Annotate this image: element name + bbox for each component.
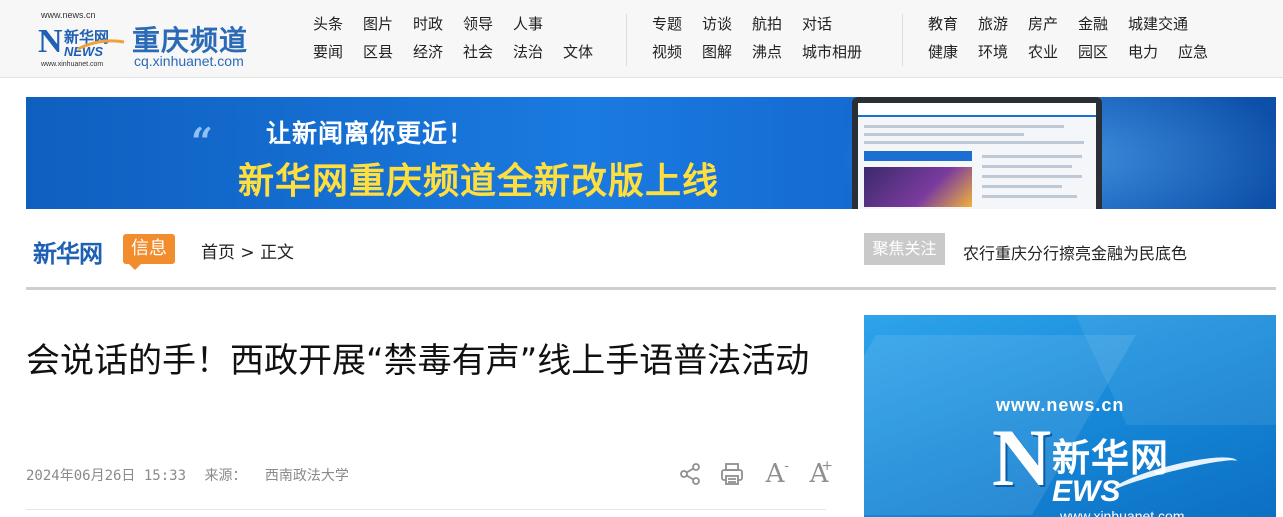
screen-text-line bbox=[864, 125, 1064, 128]
ad-url-bottom: www.xinhuanet.com bbox=[1060, 508, 1185, 517]
screen-text-line bbox=[982, 175, 1082, 178]
nav-link[interactable]: 区县 bbox=[363, 42, 413, 63]
nav-link[interactable]: 应急 bbox=[1178, 42, 1228, 63]
xinhua-news-logo-icon: N 新华网 NEWS bbox=[38, 23, 125, 60]
nav-link[interactable]: 专题 bbox=[652, 14, 702, 35]
nav-link[interactable]: 农业 bbox=[1028, 42, 1078, 63]
nav-link[interactable]: 电力 bbox=[1128, 42, 1178, 63]
nav-link[interactable]: 园区 bbox=[1078, 42, 1128, 63]
nav-group-media: 专题 访谈 航拍 对话 视频 图解 沸点 城市相册 bbox=[652, 14, 892, 63]
nav-link[interactable]: 要闻 bbox=[313, 42, 363, 63]
section-brand-tag: 信息 bbox=[123, 234, 175, 264]
nav-link[interactable]: 头条 bbox=[313, 14, 363, 35]
channel-domain: cq.xinhuanet.com bbox=[134, 53, 244, 69]
relaunch-banner[interactable]: “ 让新闻离你更近！ 新华网重庆频道全新改版上线 bbox=[26, 97, 1276, 209]
font-decrease-icon[interactable]: A- bbox=[760, 458, 790, 490]
screen-text-line bbox=[982, 165, 1072, 168]
font-decrease-letter: A bbox=[765, 459, 785, 489]
screen-text-line bbox=[982, 185, 1062, 188]
nav-divider bbox=[902, 14, 903, 66]
article-meta: 2024年06月26日 15:33 来源： 西南政法大学 bbox=[26, 465, 359, 485]
xinhua-sidebar-ad[interactable]: www.news.cn N 新华网 EWS www.xinhuanet.com bbox=[864, 315, 1276, 517]
logo-url-bottom: www.xinhuanet.com bbox=[41, 61, 104, 68]
nav-spacer bbox=[563, 14, 613, 35]
focus-headline-link[interactable]: 农行重庆分行擦亮金融为民底色 bbox=[963, 240, 1187, 264]
section-brand: 新华网 bbox=[33, 239, 103, 268]
breadcrumb: 首页 > 正文 bbox=[201, 238, 294, 263]
font-increase-icon[interactable]: A + bbox=[804, 458, 834, 490]
nav-link[interactable]: 城市相册 bbox=[802, 42, 892, 63]
screen-header bbox=[858, 103, 1096, 117]
logo-url-top: www.news.cn bbox=[41, 10, 96, 20]
svg-text:N: N bbox=[38, 23, 63, 60]
screen-image bbox=[864, 167, 972, 207]
ad-logo-n: N bbox=[992, 412, 1052, 503]
nav-link[interactable]: 旅游 bbox=[978, 14, 1028, 35]
screen-text-line bbox=[982, 195, 1077, 198]
screen-text-line bbox=[864, 141, 1084, 144]
source-name: 西南政法大学 bbox=[264, 468, 349, 484]
quote-mark-icon: “ bbox=[191, 119, 213, 164]
tag-pointer-icon bbox=[128, 263, 142, 270]
nav-link[interactable]: 法治 bbox=[513, 42, 563, 63]
article-title: 会说话的手！西政开展“禁毒有声”线上手语普法活动 bbox=[26, 341, 810, 381]
nav-group-news: 头条 图片 时政 领导 人事 要闻 区县 经济 社会 法治 文体 bbox=[313, 14, 613, 63]
nav-link[interactable]: 图片 bbox=[363, 14, 413, 35]
screen-text-line bbox=[864, 133, 1024, 136]
breadcrumb-separator: > bbox=[240, 243, 255, 263]
nav-link[interactable]: 人事 bbox=[513, 14, 563, 35]
nav-link[interactable]: 对话 bbox=[802, 14, 892, 35]
meta-divider bbox=[26, 509, 826, 510]
share-icon[interactable] bbox=[676, 458, 704, 490]
nav-link[interactable]: 视频 bbox=[652, 42, 702, 63]
xinhua-info-logo[interactable]: 新华网 信息 bbox=[33, 232, 178, 270]
banner-slogan: 让新闻离你更近！ bbox=[266, 119, 475, 148]
breadcrumb-current: 正文 bbox=[260, 243, 295, 263]
section-divider bbox=[26, 287, 1276, 290]
nav-link[interactable]: 环境 bbox=[978, 42, 1028, 63]
banner-headline: 新华网重庆频道全新改版上线 bbox=[238, 161, 720, 202]
monitor-screen bbox=[858, 103, 1096, 209]
nav-link[interactable]: 航拍 bbox=[752, 14, 802, 35]
nav-link[interactable]: 教育 bbox=[928, 14, 978, 35]
nav-link[interactable]: 城建交通 bbox=[1128, 14, 1188, 35]
nav-link[interactable]: 时政 bbox=[413, 14, 463, 35]
screen-highlight bbox=[864, 151, 972, 161]
nav-link[interactable]: 金融 bbox=[1078, 14, 1128, 35]
nav-spacer bbox=[1178, 14, 1228, 35]
article-toolbar: A- A + bbox=[676, 456, 834, 492]
nav-link[interactable]: 房产 bbox=[1028, 14, 1078, 35]
publish-datetime: 2024年06月26日 15:33 bbox=[26, 468, 187, 484]
source-label: 来源： bbox=[204, 468, 247, 484]
nav-link[interactable]: 文体 bbox=[563, 42, 613, 63]
breadcrumb-home[interactable]: 首页 bbox=[201, 243, 235, 263]
focus-label: 聚焦关注 bbox=[864, 233, 945, 265]
monitor-illustration bbox=[852, 97, 1102, 209]
nav-group-topics: 教育 旅游 房产 金融 城建交通 健康 环境 农业 园区 电力 应急 bbox=[928, 14, 1228, 63]
nav-link[interactable]: 社会 bbox=[463, 42, 513, 63]
nav-divider bbox=[626, 14, 627, 66]
nav-link[interactable]: 访谈 bbox=[702, 14, 752, 35]
nav-link[interactable]: 健康 bbox=[928, 42, 978, 63]
font-decrease-mark: - bbox=[784, 458, 789, 474]
nav-link[interactable]: 经济 bbox=[413, 42, 463, 63]
ad-logo-ews: EWS bbox=[1052, 475, 1121, 508]
top-nav-bar: www.news.cn N 新华网 NEWS www.xinhuanet.com… bbox=[0, 0, 1283, 78]
font-increase-mark: + bbox=[821, 458, 833, 474]
site-logo[interactable]: www.news.cn N 新华网 NEWS www.xinhuanet.com… bbox=[38, 10, 263, 70]
screen-text-line bbox=[982, 155, 1082, 158]
nav-link[interactable]: 领导 bbox=[463, 14, 513, 35]
print-icon[interactable] bbox=[718, 458, 746, 490]
nav-link[interactable]: 图解 bbox=[702, 42, 752, 63]
nav-link[interactable]: 沸点 bbox=[752, 42, 802, 63]
